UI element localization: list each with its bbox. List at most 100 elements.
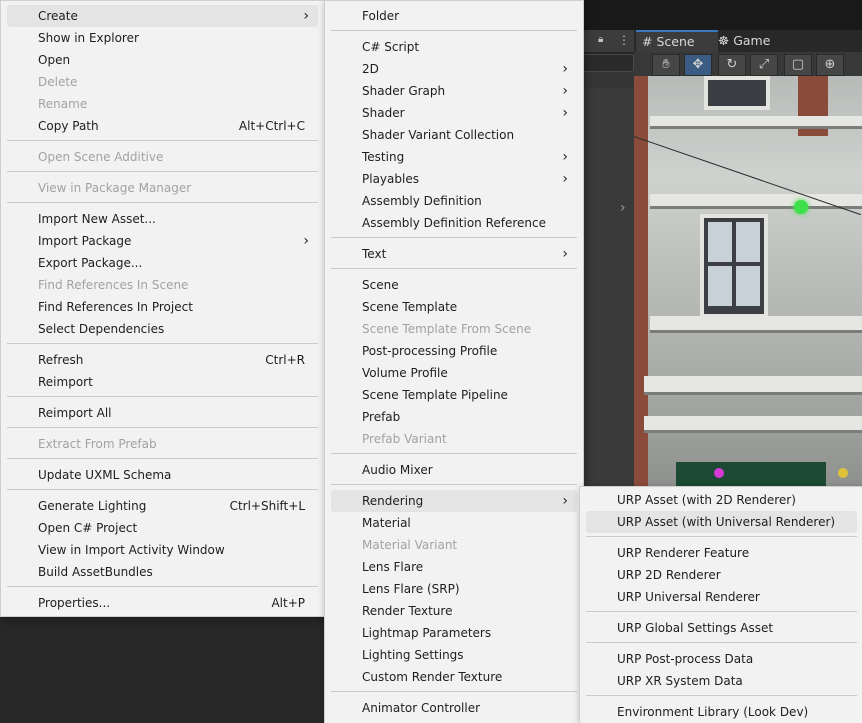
menu-item-label: Extract From Prefab <box>38 437 157 451</box>
editor-topbar <box>560 0 862 30</box>
menu-item-label: Open C# Project <box>38 521 138 535</box>
menu-item-label: Rename <box>38 97 88 111</box>
menu-item-reimport-all[interactable]: Reimport All <box>7 402 318 424</box>
panel-search-field[interactable] <box>582 54 634 72</box>
menu-item-view-in-import-activity-window[interactable]: View in Import Activity Window <box>7 539 318 561</box>
menu-separator <box>331 268 577 269</box>
menu-item-label: C# Script <box>362 40 420 54</box>
menu-item-select-dependencies[interactable]: Select Dependencies <box>7 318 318 340</box>
menu-item-show-in-explorer[interactable]: Show in Explorer <box>7 27 318 49</box>
menu-item-audio-mixer[interactable]: Audio Mixer <box>331 459 577 481</box>
menu-item-urp-asset-with-universal-renderer[interactable]: URP Asset (with Universal Renderer) <box>586 511 857 533</box>
scene-viewport[interactable] <box>634 76 862 486</box>
menu-item-material[interactable]: Material <box>331 512 577 534</box>
menu-item-lightmap-parameters[interactable]: Lightmap Parameters <box>331 622 577 644</box>
menu-item-urp-renderer-feature[interactable]: URP Renderer Feature <box>586 542 857 564</box>
move-tool-icon[interactable]: ✥ <box>684 54 712 76</box>
menu-item-lighting-settings[interactable]: Lighting Settings <box>331 644 577 666</box>
menu-item-urp-post-process-data[interactable]: URP Post-process Data <box>586 648 857 670</box>
menu-item-animator-controller[interactable]: Animator Controller <box>331 697 577 719</box>
menu-item-scene-template[interactable]: Scene Template <box>331 296 577 318</box>
menu-item-label: Volume Profile <box>362 366 448 380</box>
chevron-right-icon[interactable]: › <box>620 200 626 216</box>
tab-game[interactable]: ☸ Game <box>712 30 796 52</box>
menu-item-shader[interactable]: Shader › <box>331 102 577 124</box>
menu-item-label: URP Global Settings Asset <box>617 621 774 635</box>
menu-item-export-package[interactable]: Export Package... <box>7 252 318 274</box>
menu-item-label: URP Universal Renderer <box>617 590 760 604</box>
menu-item-2d[interactable]: 2D › <box>331 58 577 80</box>
menu-item-assembly-definition-reference[interactable]: Assembly Definition Reference <box>331 212 577 234</box>
menu-item-label: Lens Flare <box>362 560 424 574</box>
rect-tool-icon[interactable]: ▢ <box>784 54 812 76</box>
menu-item-label: View in Package Manager <box>38 181 192 195</box>
menu-item-urp-global-settings-asset[interactable]: URP Global Settings Asset <box>586 617 857 639</box>
menu-item-render-texture[interactable]: Render Texture <box>331 600 577 622</box>
menu-item-custom-render-texture[interactable]: Custom Render Texture <box>331 666 577 688</box>
chevron-right-icon: › <box>562 61 568 77</box>
menu-item-environment-library-look-dev[interactable]: Environment Library (Look Dev) <box>586 701 857 723</box>
menu-item-open-c-project[interactable]: Open C# Project <box>7 517 318 539</box>
menu-item-prefab[interactable]: Prefab <box>331 406 577 428</box>
menu-item-shader-variant-collection[interactable]: Shader Variant Collection <box>331 124 577 146</box>
menu-item-reimport[interactable]: Reimport <box>7 371 318 393</box>
menu-item-build-assetbundles[interactable]: Build AssetBundles <box>7 561 318 583</box>
menu-item-testing[interactable]: Testing › <box>331 146 577 168</box>
scale-tool-icon[interactable]: ⤢ <box>750 54 778 76</box>
menu-item-urp-asset-with-2d-renderer[interactable]: URP Asset (with 2D Renderer) <box>586 489 857 511</box>
menu-item-refresh[interactable]: Refresh Ctrl+R <box>7 349 318 371</box>
menu-separator <box>7 586 318 587</box>
menu-item-label: URP Asset (with 2D Renderer) <box>617 493 796 507</box>
hand-tool-icon[interactable]: ✋︎ <box>652 54 680 76</box>
menu-item-create[interactable]: Create › <box>7 5 318 27</box>
menu-item-import-package[interactable]: Import Package › <box>7 230 318 252</box>
menu-item-lens-flare[interactable]: Lens Flare <box>331 556 577 578</box>
menu-item-volume-profile[interactable]: Volume Profile <box>331 362 577 384</box>
menu-item-c-script[interactable]: C# Script <box>331 36 577 58</box>
menu-item-delete: Delete <box>7 71 318 93</box>
menu-item-prefab-variant: Prefab Variant <box>331 428 577 450</box>
menu-item-scene[interactable]: Scene <box>331 274 577 296</box>
menu-item-open[interactable]: Open <box>7 49 318 71</box>
menu-item-label: URP Renderer Feature <box>617 546 750 560</box>
menu-item-update-uxml-schema[interactable]: Update UXML Schema <box>7 464 318 486</box>
window <box>704 76 770 110</box>
menu-item-urp-universal-renderer[interactable]: URP Universal Renderer <box>586 586 857 608</box>
transform-tool-icon[interactable]: ⊕ <box>816 54 844 76</box>
chevron-right-icon: › <box>303 233 309 249</box>
lock-icon[interactable]: 🔒︎ <box>598 35 608 45</box>
tab-scene[interactable]: # Scene <box>636 30 718 52</box>
menu-item-properties[interactable]: Properties... Alt+P <box>7 592 318 614</box>
window <box>700 214 768 318</box>
chevron-right-icon: › <box>562 246 568 262</box>
menu-item-text[interactable]: Text › <box>331 243 577 265</box>
menu-item-copy-path[interactable]: Copy Path Alt+Ctrl+C <box>7 115 318 137</box>
menu-item-post-processing-profile[interactable]: Post-processing Profile <box>331 340 577 362</box>
menu-item-label: Testing <box>362 150 405 164</box>
menu-item-playables[interactable]: Playables › <box>331 168 577 190</box>
menu-item-import-new-asset[interactable]: Import New Asset... <box>7 208 318 230</box>
menu-item-label: Open <box>38 53 71 67</box>
menu-item-label: View in Import Activity Window <box>38 543 225 557</box>
menu-separator <box>331 453 577 454</box>
menu-item-label: Scene Template Pipeline <box>362 388 508 402</box>
menu-item-find-references-in-project[interactable]: Find References In Project <box>7 296 318 318</box>
menu-item-label: URP Post-process Data <box>617 652 754 666</box>
menu-item-label: Export Package... <box>38 256 143 270</box>
menu-item-label: Properties... <box>38 596 111 610</box>
menu-separator <box>331 30 577 31</box>
menu-item-assembly-definition[interactable]: Assembly Definition <box>331 190 577 212</box>
menu-item-generate-lighting[interactable]: Generate Lighting Ctrl+Shift+L <box>7 495 318 517</box>
menu-item-rendering[interactable]: Rendering › <box>331 490 577 512</box>
menu-item-label: Text <box>362 247 387 261</box>
rotate-tool-icon[interactable]: ↻ <box>718 54 746 76</box>
menu-separator <box>7 396 318 397</box>
menu-item-scene-template-pipeline[interactable]: Scene Template Pipeline <box>331 384 577 406</box>
menu-item-urp-2d-renderer[interactable]: URP 2D Renderer <box>586 564 857 586</box>
door <box>676 462 826 486</box>
menu-item-shader-graph[interactable]: Shader Graph › <box>331 80 577 102</box>
menu-item-lens-flare-srp[interactable]: Lens Flare (SRP) <box>331 578 577 600</box>
kebab-menu-icon[interactable]: ⋮ <box>618 33 630 47</box>
menu-item-urp-xr-system-data[interactable]: URP XR System Data <box>586 670 857 692</box>
menu-item-folder[interactable]: Folder <box>331 5 577 27</box>
